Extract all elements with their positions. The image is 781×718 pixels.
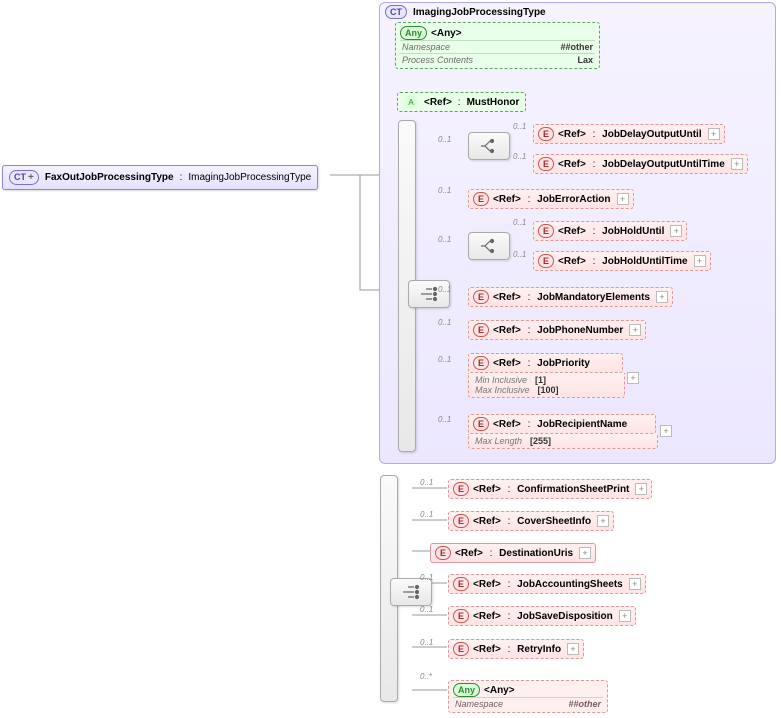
expand-icon[interactable]: +: [708, 128, 720, 140]
cardinality: 0..1: [438, 355, 451, 364]
cardinality: 0..1: [420, 605, 433, 614]
cardinality: 0..1: [513, 122, 526, 131]
cardinality: 0..1: [513, 152, 526, 161]
cardinality: 0..*: [420, 672, 432, 681]
base-ct-name: ImagingJobProcessingType: [413, 7, 546, 18]
facet-jobrecipientname: Max Length[255]: [468, 434, 658, 449]
element-icon: E: [453, 514, 469, 528]
cardinality: 0..1: [420, 573, 433, 582]
expand-icon[interactable]: +: [619, 610, 631, 622]
element-icon: E: [538, 127, 554, 141]
element-jobdelayoutputuntil[interactable]: E <Ref> : JobDelayOutputUntil +: [533, 124, 725, 144]
element-coversheetinfo[interactable]: E <Ref> : CoverSheetInfo +: [448, 511, 614, 531]
element-jobdelayoutputuntiltime[interactable]: E <Ref> : JobDelayOutputUntilTime +: [533, 154, 748, 174]
any-label: <Any>: [484, 685, 515, 696]
ct-icon: CT+: [9, 170, 39, 185]
cardinality: 0..1: [513, 250, 526, 259]
expand-icon[interactable]: +: [629, 324, 641, 336]
element-icon: E: [453, 642, 469, 656]
expand-icon[interactable]: +: [629, 578, 641, 590]
expand-icon[interactable]: +: [635, 483, 647, 495]
any-icon: Any: [453, 683, 480, 697]
element-icon: E: [473, 192, 489, 206]
element-jobphonenumber[interactable]: E <Ref> : JobPhoneNumber +: [468, 320, 646, 340]
separator: :: [180, 172, 183, 183]
element-joberroraction[interactable]: E <Ref> : JobErrorAction +: [468, 189, 634, 209]
element-destinationuris[interactable]: E <Ref> : DestinationUris +: [430, 543, 596, 563]
cardinality: 0..1: [420, 510, 433, 519]
any-wildcard[interactable]: Any <Any> Namespace##other Process Conte…: [395, 22, 600, 69]
cardinality: 0..1: [513, 218, 526, 227]
attr-name: MustHonor: [467, 97, 520, 108]
element-jobholduntil[interactable]: E <Ref> : JobHoldUntil +: [533, 221, 687, 241]
element-icon: E: [538, 254, 554, 268]
element-icon: E: [453, 482, 469, 496]
expand-icon[interactable]: +: [579, 547, 591, 559]
expand-icon[interactable]: +: [694, 255, 706, 267]
attribute-musthonor[interactable]: A <Ref> : MustHonor: [397, 92, 526, 112]
ct-icon: CT: [385, 5, 407, 19]
any-wildcard-extension[interactable]: Any <Any> Namespace##other: [448, 680, 608, 713]
element-icon: E: [435, 546, 451, 560]
element-icon: E: [473, 290, 489, 304]
element-jobsavedisposition[interactable]: E <Ref> : JobSaveDisposition +: [448, 606, 636, 626]
expand-icon[interactable]: +: [617, 193, 629, 205]
element-icon: E: [538, 157, 554, 171]
expand-icon[interactable]: +: [670, 225, 682, 237]
facet-jobpriority: Min Inclusive[1] Max Inclusive[100]: [468, 373, 625, 398]
root-name: FaxOutJobProcessingType: [45, 172, 174, 183]
any-icon: Any: [400, 26, 427, 40]
element-icon: E: [473, 356, 489, 370]
element-jobmandatoryelements[interactable]: E <Ref> : JobMandatoryElements +: [468, 287, 673, 307]
element-icon: E: [453, 609, 469, 623]
element-icon: E: [473, 417, 489, 431]
cardinality: 0..1: [420, 638, 433, 647]
choice-compositor[interactable]: [468, 232, 510, 260]
expand-icon[interactable]: +: [567, 643, 579, 655]
cardinality: 0..1: [438, 285, 451, 294]
root-base: ImagingJobProcessingType: [188, 172, 311, 183]
element-icon: E: [473, 323, 489, 337]
expand-icon[interactable]: +: [660, 425, 672, 437]
element-icon: E: [538, 224, 554, 238]
expand-icon[interactable]: +: [597, 515, 609, 527]
element-jobholduntiltime[interactable]: E <Ref> : JobHoldUntilTime +: [533, 251, 711, 271]
cardinality: 0..1: [420, 478, 433, 487]
cardinality: 0..1: [438, 415, 451, 424]
element-retryinfo[interactable]: E <Ref> : RetryInfo +: [448, 639, 584, 659]
element-icon: E: [453, 577, 469, 591]
expand-icon[interactable]: +: [627, 372, 639, 384]
root-complex-type[interactable]: CT+ FaxOutJobProcessingType : ImagingJob…: [2, 165, 318, 190]
attr-ref: <Ref>: [424, 97, 452, 108]
element-jobaccountingsheets[interactable]: E <Ref> : JobAccountingSheets +: [448, 574, 646, 594]
choice-compositor[interactable]: [468, 132, 510, 160]
element-jobrecipientname[interactable]: E <Ref> : JobRecipientName: [468, 414, 656, 434]
expand-icon[interactable]: +: [731, 158, 743, 170]
cardinality: 0..1: [438, 235, 451, 244]
any-label: <Any>: [431, 28, 462, 39]
attribute-icon: A: [404, 95, 418, 109]
base-ct-head: CT ImagingJobProcessingType: [385, 5, 546, 19]
cardinality: 0..1: [438, 318, 451, 327]
sequence-icon: [390, 578, 432, 606]
element-confirmationsheetprint[interactable]: E <Ref> : ConfirmationSheetPrint +: [448, 479, 652, 499]
cardinality: 0..1: [438, 135, 451, 144]
expand-icon[interactable]: +: [656, 291, 668, 303]
element-jobpriority[interactable]: E <Ref> : JobPriority: [468, 353, 623, 373]
cardinality: 0..1: [438, 186, 451, 195]
